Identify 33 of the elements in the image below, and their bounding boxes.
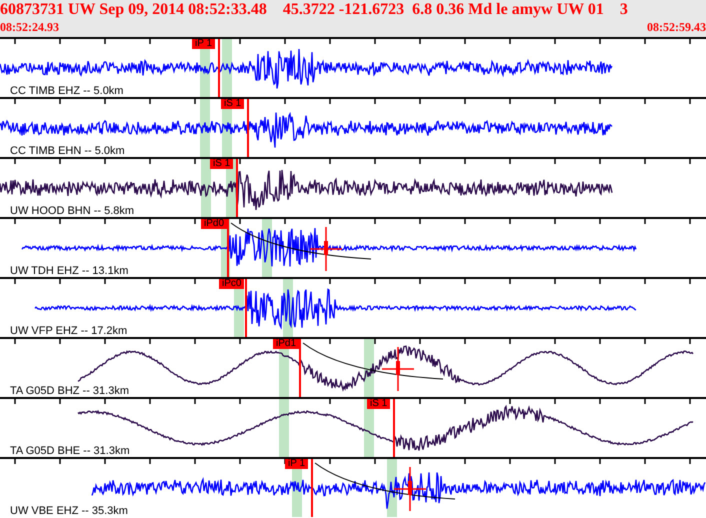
pick-line [236, 159, 238, 217]
amplitude-marker [394, 467, 426, 511]
pick-line [245, 279, 247, 337]
pick-line [393, 399, 395, 457]
phase-window [279, 399, 289, 457]
pick-line [247, 99, 249, 157]
channel-label: CC TIMB EHZ -- 5.0km [10, 85, 124, 97]
phase-window [222, 39, 232, 97]
pick-flag[interactable]: iP 1 [192, 39, 216, 49]
pick-flag[interactable]: iS 1 [210, 159, 234, 169]
channel-label: UW HOOD BHN -- 5.8km [10, 205, 134, 217]
pick-line [218, 39, 220, 97]
channel-label: UW TDH EHZ -- 13.1km [10, 265, 128, 277]
channel-label: CC TIMB EHN -- 5.0km [10, 145, 125, 157]
channel-label: UW VBE EHZ -- 35.3km [10, 505, 128, 517]
pick-line [299, 339, 301, 397]
phase-window [200, 99, 210, 157]
pick-flag[interactable]: iS 1 [221, 99, 244, 109]
amplitude-marker [310, 227, 342, 271]
pick-line [311, 459, 313, 517]
channel-label: TA G05D BHE -- 31.3km [10, 445, 130, 457]
pick-flag[interactable]: iS 1 [367, 399, 390, 409]
pick-flag[interactable]: iPd1 [273, 339, 300, 349]
start-time: 08:52:24.93 [0, 20, 59, 34]
pick-flag[interactable]: iPc0 [219, 279, 244, 289]
amplitude-marker [382, 347, 414, 391]
end-time: 08:52:59.43 [647, 20, 706, 34]
pick-flag[interactable]: iPd0 [201, 219, 228, 229]
pick-flag[interactable]: iP 1 [285, 459, 308, 469]
pick-line [227, 219, 229, 277]
channel-label: TA G05D BHZ -- 31.3km [10, 385, 129, 397]
event-title: 60873731 UW Sep 09, 2014 08:52:33.48 45.3722 -121.6723 6.8 0.36 Md le amyw UW 01 3 [0, 0, 628, 20]
channel-label: UW VFP EHZ -- 17.2km [10, 325, 128, 337]
